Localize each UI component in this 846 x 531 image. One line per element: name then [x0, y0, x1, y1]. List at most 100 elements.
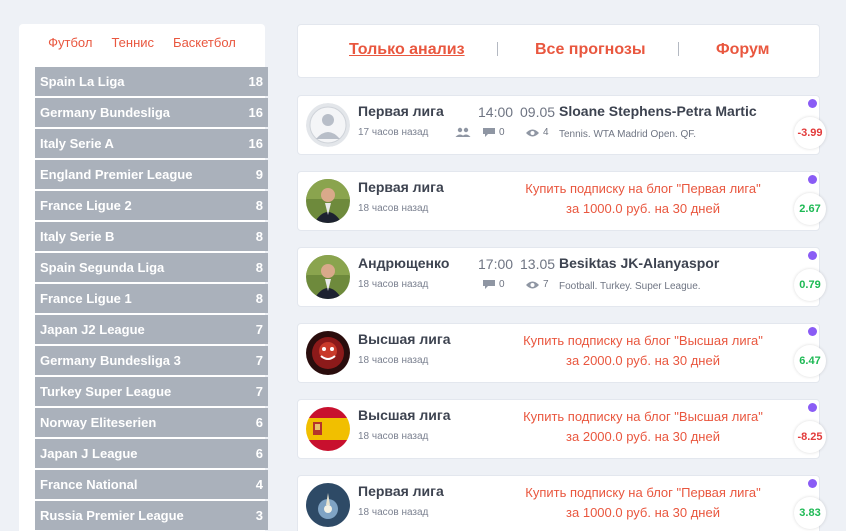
match-title[interactable]: Sloane Stephens-Petra Martic — [559, 103, 757, 119]
league-name: Turkey Super League — [40, 384, 172, 399]
odds-badge: -8.25 — [794, 421, 826, 453]
eye-icon — [526, 281, 539, 288]
league-name: Spain Segunda Liga — [40, 260, 165, 275]
avatar — [306, 483, 350, 527]
league-count: 18 — [248, 74, 263, 89]
league-name: Italy Serie B — [40, 229, 115, 244]
league-count: 3 — [255, 508, 263, 523]
league-item[interactable]: France Ligue 1 8 — [35, 284, 268, 313]
league-item[interactable]: Japan J League 6 — [35, 439, 268, 468]
nav-all-predictions[interactable]: Все прогнозы — [535, 41, 646, 59]
subscribe-link[interactable]: Купить подписку на блог "Высшая лига" за… — [498, 407, 788, 447]
author-name[interactable]: Высшая лига — [358, 407, 450, 423]
subscription-card[interactable]: Первая лига 18 часов назад Купить подпис… — [297, 171, 826, 231]
avatar — [306, 331, 350, 375]
match-title[interactable]: Besiktas JK-Alanyaspor — [559, 255, 719, 271]
league-item[interactable]: Italy Serie B 8 — [35, 222, 268, 251]
league-count: 6 — [255, 415, 263, 430]
tab-basketball[interactable]: Баскетбол — [173, 35, 236, 67]
league-item[interactable]: Russia Premier League 3 — [35, 501, 268, 530]
nav-analysis-only[interactable]: Только анализ — [349, 41, 465, 59]
league-count: 9 — [255, 167, 263, 182]
avatar — [306, 255, 350, 299]
author-name[interactable]: Андрющенко — [358, 255, 449, 271]
status-dot — [808, 327, 817, 336]
subscribe-link[interactable]: Купить подписку на блог "Первая лига" за… — [498, 483, 788, 523]
league-name: Japan J2 League — [40, 322, 145, 337]
status-dot — [808, 479, 817, 488]
event-name: Tennis. WTA Madrid Open. QF. — [559, 129, 697, 140]
league-name: Germany Bundesliga 3 — [40, 353, 181, 368]
league-count: 7 — [255, 322, 263, 337]
league-name: England Premier League — [40, 167, 193, 182]
author-name[interactable]: Первая лига — [358, 179, 444, 195]
subscription-card[interactable]: Высшая лига 18 часов назад Купить подпис… — [297, 323, 826, 383]
prediction-card[interactable]: Андрющенко 18 часов назад 0 7 17:00 13.0… — [297, 247, 826, 307]
top-nav: Только анализ Все прогнозы Форум — [297, 24, 820, 78]
league-count: 8 — [255, 229, 263, 244]
league-item[interactable]: France National 4 — [35, 470, 268, 499]
league-item[interactable]: Japan J2 League 7 — [35, 315, 268, 344]
tab-football[interactable]: Футбол — [48, 35, 92, 67]
promo-line: Купить подписку на блог "Высшая лига" — [523, 409, 763, 424]
match-time: 17:00 — [478, 256, 514, 272]
odds-badge: 0.79 — [794, 269, 826, 301]
nav-divider — [497, 42, 498, 56]
league-count: 8 — [255, 198, 263, 213]
league-count: 7 — [255, 384, 263, 399]
league-count: 8 — [255, 291, 263, 306]
views-count: 7 — [543, 279, 549, 290]
eye-icon — [526, 129, 539, 136]
prediction-card[interactable]: Первая лига 17 часов назад 0 4 14:00 09.… — [297, 95, 826, 155]
posted-ago: 18 часов назад — [358, 203, 429, 214]
league-count: 6 — [255, 446, 263, 461]
league-item[interactable]: Germany Bundesliga 16 — [35, 98, 268, 127]
event-name: Football. Turkey. Super League. — [559, 281, 701, 292]
league-item[interactable]: England Premier League 9 — [35, 160, 268, 189]
odds-badge: -3.99 — [794, 117, 826, 149]
promo-price: за 2000.0 руб. на 30 дней — [566, 429, 720, 444]
status-dot — [808, 403, 817, 412]
posted-ago: 18 часов назад — [358, 279, 429, 290]
promo-price: за 2000.0 руб. на 30 дней — [566, 353, 720, 368]
subscription-card[interactable]: Первая лига 18 часов назад Купить подпис… — [297, 475, 826, 531]
league-name: Norway Eliteserien — [40, 415, 157, 430]
league-item[interactable]: Norway Eliteserien 6 — [35, 408, 268, 437]
subscription-card[interactable]: Высшая лига 18 часов назад Купить подпис… — [297, 399, 826, 459]
league-name: Japan J League — [40, 446, 138, 461]
promo-line: Купить подписку на блог "Высшая лига" — [523, 333, 763, 348]
league-item[interactable]: Spain La Liga 18 — [35, 67, 268, 96]
tab-tennis[interactable]: Теннис — [111, 35, 154, 67]
nav-divider — [678, 42, 679, 56]
subscribers-icon — [455, 127, 471, 138]
subscribe-link[interactable]: Купить подписку на блог "Высшая лига" за… — [498, 331, 788, 371]
subscribe-link[interactable]: Купить подписку на блог "Первая лига" за… — [498, 179, 788, 219]
league-item[interactable]: Italy Serie A 16 — [35, 129, 268, 158]
league-count: 8 — [255, 260, 263, 275]
league-name: Italy Serie A — [40, 136, 114, 151]
nav-forum[interactable]: Форум — [716, 41, 770, 59]
match-date: 09.05 — [520, 104, 556, 120]
promo-line: Купить подписку на блог "Первая лига" — [525, 181, 761, 196]
posted-ago: 17 часов назад — [358, 127, 429, 138]
author-name[interactable]: Первая лига — [358, 483, 444, 499]
league-count: 4 — [255, 477, 263, 492]
status-dot — [808, 251, 817, 260]
status-dot — [808, 99, 817, 108]
match-date: 13.05 — [520, 256, 556, 272]
promo-price: за 1000.0 руб. на 30 дней — [566, 505, 720, 520]
league-item[interactable]: Spain Segunda Liga 8 — [35, 253, 268, 282]
author-name[interactable]: Первая лига — [358, 103, 444, 119]
league-name: Germany Bundesliga — [40, 105, 171, 120]
author-name[interactable]: Высшая лига — [358, 331, 450, 347]
league-name: Spain La Liga — [40, 74, 125, 89]
league-item[interactable]: Germany Bundesliga 3 7 — [35, 346, 268, 375]
comment-icon — [483, 280, 495, 289]
comments-count: 0 — [499, 127, 505, 138]
league-item[interactable]: Turkey Super League 7 — [35, 377, 268, 406]
league-count: 16 — [248, 136, 263, 151]
page: Футбол Теннис Баскетбол Spain La Liga 18 … — [0, 0, 846, 531]
league-item[interactable]: France Ligue 2 8 — [35, 191, 268, 220]
league-name: France National — [40, 477, 138, 492]
promo-price: за 1000.0 руб. на 30 дней — [566, 201, 720, 216]
